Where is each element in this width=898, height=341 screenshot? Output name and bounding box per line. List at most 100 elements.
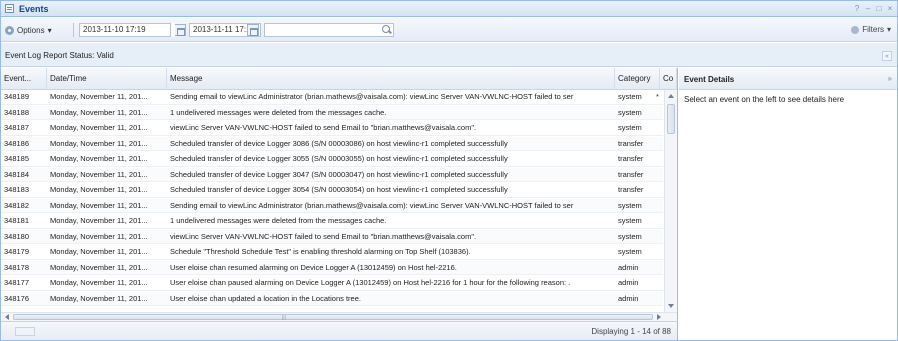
chevron-down-icon: ▾ xyxy=(886,25,891,34)
column-header-message[interactable]: Message xyxy=(167,68,615,90)
cell-message: User eloise chan updated a location in t… xyxy=(170,293,361,303)
cell-event-id: 348187 xyxy=(4,123,30,132)
search-input[interactable] xyxy=(264,23,394,37)
table-row[interactable]: 348188 Monday, November 11, 201... 1 undel… xyxy=(1,105,663,120)
cell-extra: * xyxy=(656,92,659,101)
cell-extra xyxy=(653,183,663,197)
table-row[interactable]: 348178 Monday, November 11, 201... User el… xyxy=(1,260,663,275)
start-date-field[interactable]: 2013-11-10 17:19 xyxy=(79,23,171,37)
cell-extra xyxy=(653,168,663,182)
cell-message: Scheduled transfer of device Logger 3054… xyxy=(170,185,508,194)
cell-extra xyxy=(653,137,663,151)
cell-event-id: 348186 xyxy=(4,138,30,148)
event-details-header: Event Details » xyxy=(679,68,897,90)
horizontal-scroll-thumb[interactable]: ||| xyxy=(13,314,653,321)
cell-message: viewLinc Server VAN-VWLNC-HOST failed to… xyxy=(170,123,477,132)
paging-control[interactable] xyxy=(15,327,35,336)
event-details-placeholder: Select an event on the left to see detai… xyxy=(684,95,845,104)
cell-message: Schedule "Threshold Schedule Test" is en… xyxy=(170,247,471,256)
column-header-datetime[interactable]: Date/Time xyxy=(47,68,167,90)
table-row[interactable]: 348182 Monday, November 11, 201... Sending… xyxy=(1,198,663,213)
cell-event-id: 348188 xyxy=(4,107,30,117)
cell-datetime: Monday, November 11, 201... xyxy=(50,123,148,132)
cell-datetime: Monday, November 11, 201... xyxy=(50,231,148,241)
cell-extra xyxy=(653,199,663,213)
scroll-right-icon[interactable] xyxy=(657,314,661,320)
table-row[interactable]: 348185 Monday, November 11, 201... Schedul… xyxy=(1,152,663,167)
cell-datetime: Monday, November 11, 201... xyxy=(50,92,148,101)
collapse-panel-icon[interactable]: « xyxy=(882,51,892,61)
cell-datetime: Monday, November 11, 201... xyxy=(50,185,148,194)
table-row[interactable]: 348177 Monday, November 11, 201... User el… xyxy=(1,276,663,291)
paging-display-text: Displaying 1 - 14 of 88 xyxy=(591,327,671,336)
cell-message: User eloise chan paused alarming on Devi… xyxy=(170,278,571,287)
minimize-icon[interactable]: – xyxy=(863,4,873,14)
scroll-down-icon[interactable] xyxy=(668,304,674,308)
grid-header: Event... Date/Time Message Category Co xyxy=(1,68,677,90)
gear-icon xyxy=(5,26,14,35)
window-title: Events xyxy=(19,4,49,14)
cell-event-id: 348177 xyxy=(4,278,30,287)
filters-button[interactable]: Filters ▾ xyxy=(851,25,891,34)
paging-toolbar: Displaying 1 - 14 of 88 xyxy=(1,321,678,340)
cell-datetime: Monday, November 11, 201... xyxy=(50,154,148,163)
cell-message: Scheduled transfer of device Logger 3047… xyxy=(170,169,508,179)
cell-extra xyxy=(653,152,663,166)
cell-message: viewLinc Server VAN-VWLNC-HOST failed to… xyxy=(170,231,477,241)
column-header-extra[interactable]: Co xyxy=(660,68,677,90)
report-status-bar: Event Log Report Status: Valid « xyxy=(1,43,897,67)
cell-datetime: Monday, November 11, 201... xyxy=(50,247,148,256)
table-row[interactable]: 348176 Monday, November 11, 201... User el… xyxy=(1,291,663,306)
scroll-up-icon[interactable] xyxy=(668,94,674,98)
window-titlebar: Events ? – □ × xyxy=(1,1,897,17)
chevron-down-icon: ▾ xyxy=(47,26,52,35)
cell-extra xyxy=(653,292,663,306)
cell-message: 1 undelivered messages were deleted from… xyxy=(170,216,387,225)
cell-event-id: 348178 xyxy=(4,262,30,272)
search-icon[interactable] xyxy=(382,25,390,33)
table-row[interactable]: 348184 Monday, November 11, 201... Schedul… xyxy=(1,167,663,182)
table-row[interactable]: 348180 Monday, November 11, 201... viewLin… xyxy=(1,229,663,244)
column-header-event[interactable]: Event... xyxy=(1,68,47,90)
grid-horizontal-scrollbar[interactable]: ||| xyxy=(1,312,677,321)
cell-datetime: Monday, November 11, 201... xyxy=(50,262,148,272)
close-icon[interactable]: × xyxy=(885,4,895,14)
cell-extra xyxy=(653,230,663,244)
expand-panel-icon[interactable]: » xyxy=(888,74,892,83)
cell-datetime: Monday, November 11, 201... xyxy=(50,216,148,225)
table-row[interactable]: 348183 Monday, November 11, 201... Schedul… xyxy=(1,183,663,198)
cell-datetime: Monday, November 11, 201... xyxy=(50,293,148,303)
cell-event-id: 348183 xyxy=(4,185,30,194)
cell-event-id: 348181 xyxy=(4,216,30,225)
maximize-icon[interactable]: □ xyxy=(874,4,884,14)
help-icon[interactable]: ? xyxy=(852,4,862,14)
toolbar: Options ▾ 2013-11-10 17:19 2013-11-11 17… xyxy=(1,18,897,42)
vertical-scroll-thumb[interactable] xyxy=(667,104,675,134)
filter-icon xyxy=(851,25,860,34)
column-header-category[interactable]: Category xyxy=(615,68,660,90)
table-row[interactable]: 348187 Monday, November 11, 201... viewLin… xyxy=(1,121,663,136)
cell-message: Sending email to viewLinc Administrator … xyxy=(170,200,574,210)
cell-event-id: 348185 xyxy=(4,154,30,163)
cell-extra xyxy=(653,214,663,228)
table-row[interactable]: 348179 Monday, November 11, 201... Schedul… xyxy=(1,245,663,260)
filters-label: Filters xyxy=(862,25,884,34)
cell-extra xyxy=(653,261,663,275)
cell-event-id: 348189 xyxy=(4,92,30,101)
events-window-icon xyxy=(5,4,14,13)
options-button[interactable]: Options ▾ xyxy=(5,24,52,37)
grid-vertical-scrollbar[interactable] xyxy=(664,90,677,312)
end-date-calendar-icon[interactable] xyxy=(247,24,259,36)
table-row[interactable]: 348189 Monday, November 11, 201... Sending… xyxy=(1,90,663,105)
table-row[interactable]: 348181 Monday, November 11, 201... 1 undel… xyxy=(1,214,663,229)
cell-event-id: 348176 xyxy=(4,293,30,303)
table-row[interactable]: 348186 Monday, November 11, 201... Schedul… xyxy=(1,136,663,151)
scroll-left-icon[interactable] xyxy=(5,314,9,320)
cell-datetime: Monday, November 11, 201... xyxy=(50,169,148,179)
start-date-calendar-icon[interactable] xyxy=(174,24,186,36)
cell-event-id: 348180 xyxy=(4,231,30,241)
events-window: Events ? – □ × Options ▾ 2013-11-10 17:1… xyxy=(0,0,898,341)
cell-datetime: Monday, November 11, 201... xyxy=(50,138,148,148)
event-details-title: Event Details xyxy=(684,75,735,84)
cell-extra xyxy=(653,276,663,290)
